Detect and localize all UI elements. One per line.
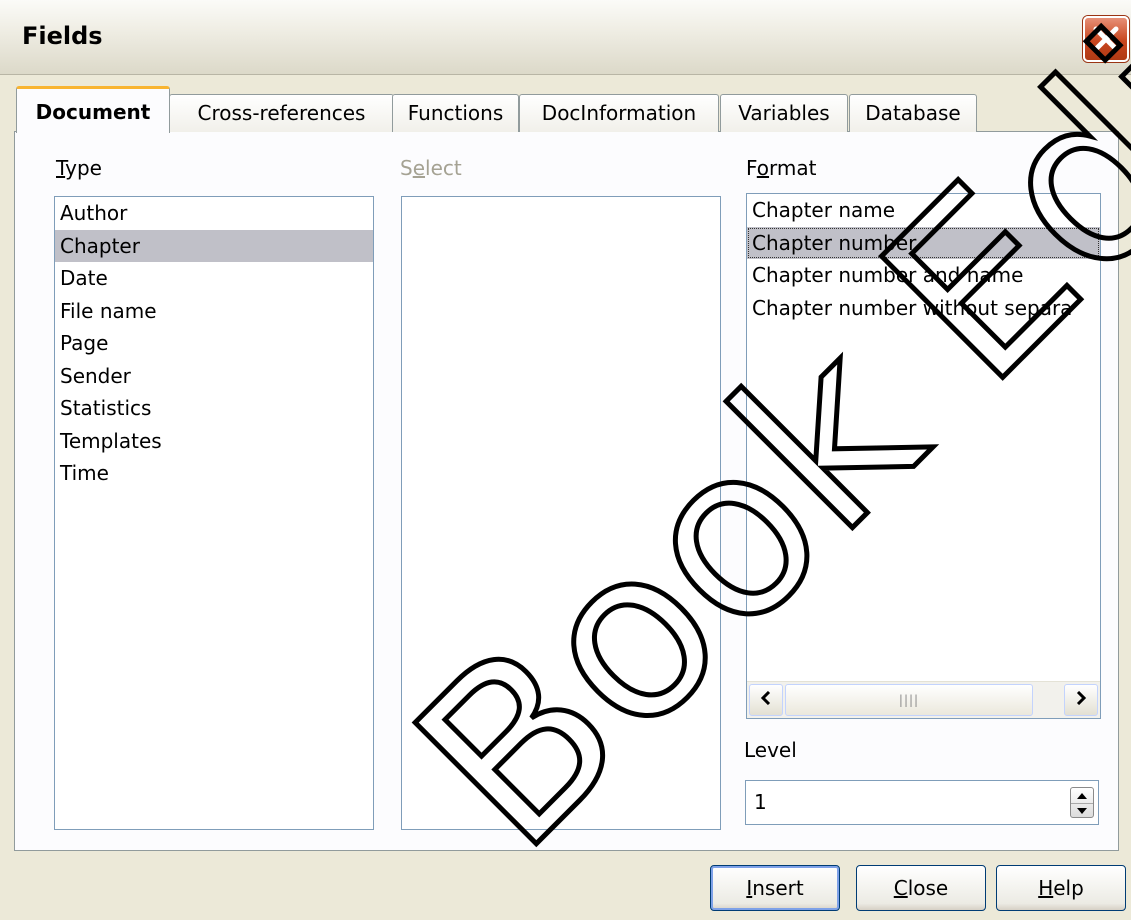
format-label: Format [746, 156, 817, 180]
select-listbox[interactable] [401, 196, 721, 830]
dialog-title: Fields [22, 22, 103, 50]
list-item[interactable]: Chapter [55, 229, 373, 262]
tab-document[interactable]: Document [16, 86, 170, 133]
type-label: Type [56, 156, 102, 180]
list-item[interactable]: Time [55, 457, 373, 490]
list-item[interactable]: Chapter number and name [747, 259, 1100, 292]
scroll-thumb[interactable]: |||| [785, 684, 1033, 716]
tab-variables[interactable]: Variables [720, 94, 848, 132]
arrow-right-icon [1076, 690, 1087, 706]
level-label: Level [744, 738, 797, 762]
tab-database[interactable]: Database [849, 94, 977, 132]
list-item[interactable]: Chapter number without separa [747, 292, 1100, 325]
level-spinfield[interactable]: 1 [745, 780, 1099, 825]
close-button[interactable]: Close [856, 865, 986, 911]
tab-docinformation[interactable]: DocInformation [519, 94, 719, 132]
format-horizontal-scrollbar[interactable]: |||| [747, 681, 1100, 718]
format-listbox[interactable]: Chapter name Chapter number Chapter number… [746, 193, 1101, 719]
list-item[interactable]: File name [55, 295, 373, 328]
spin-down-button[interactable] [1071, 803, 1093, 818]
level-value[interactable]: 1 [754, 790, 767, 814]
help-button[interactable]: Help [996, 865, 1126, 911]
list-item[interactable]: Templates [55, 425, 373, 458]
list-item[interactable]: Chapter number [747, 226, 1100, 259]
arrow-left-icon [760, 690, 771, 706]
insert-button[interactable]: Insert [710, 865, 840, 911]
select-label: Select [400, 156, 462, 180]
list-item[interactable]: Sender [55, 360, 373, 393]
tab-cross-references[interactable]: Cross-references [169, 94, 394, 132]
type-listbox[interactable]: Author Chapter Date File name Page Sender Stat… [54, 196, 374, 830]
fields-dialog: Fields Type Author Chapter Date File name Pa… [0, 0, 1131, 920]
list-item[interactable]: Statistics [55, 392, 373, 425]
list-item[interactable]: Chapter name [747, 194, 1100, 227]
close-window-button[interactable] [1083, 16, 1129, 62]
spin-up-button[interactable] [1071, 788, 1093, 804]
close-icon [1093, 26, 1119, 52]
spin-up-down-icon[interactable] [1070, 787, 1094, 818]
tab-panel: Type Author Chapter Date File name Page Sende… [14, 131, 1119, 851]
list-item[interactable]: Author [55, 197, 373, 230]
list-item[interactable]: Page [55, 327, 373, 360]
title-bar[interactable]: Fields [0, 0, 1131, 75]
list-item[interactable]: Date [55, 262, 373, 295]
scroll-right-button[interactable] [1064, 684, 1098, 716]
tab-functions[interactable]: Functions [392, 94, 519, 132]
scroll-left-button[interactable] [749, 684, 783, 716]
